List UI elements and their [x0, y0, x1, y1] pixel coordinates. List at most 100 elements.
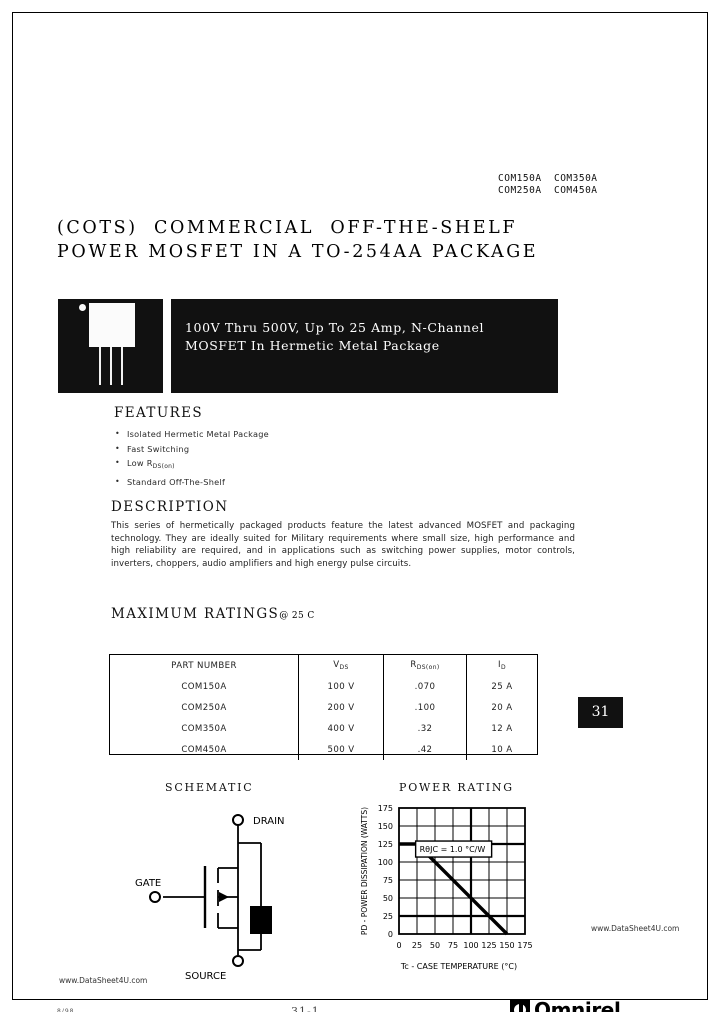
- vds-sub: DS: [339, 664, 349, 671]
- cell-id: 20 A: [466, 697, 537, 718]
- y-tick-label: 125: [378, 840, 393, 849]
- description-heading: DESCRIPTION: [111, 499, 229, 515]
- source-terminal-node: [232, 955, 244, 967]
- cell-part-number: COM150A: [181, 681, 227, 692]
- power-rating-chart: 0 25 50 75 100 125 150 175 0255075100125150175 …: [360, 804, 533, 971]
- date-code: 8/98: [57, 1008, 75, 1012]
- description-section: DESCRIPTION This series of hermetically …: [111, 499, 575, 570]
- cell-id: 12 A: [466, 718, 537, 739]
- id-sub: D: [500, 664, 506, 671]
- cell-part-number: COM250A: [181, 702, 227, 713]
- datasheet-page: COM150A COM350A COM250A COM450A (COTS) C…: [0, 0, 720, 1012]
- y-tick-label: 25: [383, 912, 393, 921]
- watermark-left: www.DataSheet4U.com: [59, 976, 148, 985]
- table-row: COM450A 500 V .42 10 A: [110, 739, 537, 760]
- body-diode-arrow: [219, 892, 229, 902]
- column-header-id: ID: [466, 655, 537, 676]
- company-logo: Omnirel: [510, 998, 621, 1012]
- y-tick-label: 75: [383, 876, 393, 885]
- x-tick-label: 125: [481, 941, 496, 950]
- part-numbers-line-2: COM250A COM450A: [498, 185, 598, 196]
- cell-vds: 200 V: [298, 697, 384, 718]
- features-section: FEATURES Isolated Hermetic Metal Package…: [114, 405, 444, 489]
- omnirel-mark-icon: [510, 1000, 530, 1012]
- cell-part-number: COM350A: [181, 723, 227, 734]
- x-tick-label: 0: [396, 941, 401, 950]
- x-tick-label: 50: [430, 941, 440, 950]
- package-body: [89, 303, 135, 347]
- x-tick-label: 25: [412, 941, 422, 950]
- y-tick-label: 100: [378, 858, 393, 867]
- description-body: This series of hermetically packaged pro…: [111, 521, 575, 569]
- package-lead-3: [121, 347, 123, 385]
- list-item: Standard Off-The-Shelf: [114, 475, 444, 490]
- page-tab-number: 31: [591, 704, 610, 720]
- footer-page-number: 31-1: [291, 1005, 320, 1012]
- gate-label: GATE: [135, 878, 161, 889]
- schematic-diagram: DRAIN GATE SOURCE: [135, 814, 285, 982]
- table-header-row: PART NUMBER VDS RDS(on) ID: [110, 655, 537, 676]
- cell-rds: .32: [383, 718, 467, 739]
- package-lead-1: [99, 347, 101, 385]
- y-tick-label: 50: [383, 894, 393, 903]
- cell-id: 10 A: [466, 739, 537, 760]
- x-axis-tick-labels: 0 25 50 75 100 125 150 175: [396, 941, 532, 950]
- part-numbers-line-1: COM150A COM350A: [498, 173, 598, 184]
- cell-part-number: COM450A: [181, 744, 227, 755]
- y-tick-label: 150: [378, 822, 393, 831]
- watermark-right: www.DataSheet4U.com: [591, 924, 680, 933]
- y-axis-tick-labels: 0 25 50 75 100 125 150 175: [378, 804, 393, 939]
- banner-line-2: MOSFET In Hermetic Metal Package: [185, 338, 440, 353]
- list-item: Low RDS(on): [114, 456, 444, 475]
- power-rating-heading: POWER RATING: [399, 781, 514, 794]
- feature-low-r-subscript: DS(on): [152, 463, 175, 470]
- max-ratings-condition: @ 25 C: [279, 611, 315, 621]
- x-tick-label: 100: [463, 941, 478, 950]
- max-ratings-heading: MAXIMUM RATINGS: [111, 606, 280, 622]
- cell-id: 25 A: [466, 676, 537, 697]
- max-ratings-heading-row: MAXIMUM RATINGS@ 25 C: [111, 603, 315, 622]
- table-row: COM150A 100 V .070 25 A: [110, 676, 537, 697]
- cell-rds: .070: [383, 676, 467, 697]
- cell-vds: 500 V: [298, 739, 384, 760]
- title-line-1: (COTS) COMMERCIAL OFF-THE-SHELF: [57, 218, 518, 238]
- cell-rds: .100: [383, 697, 467, 718]
- y-tick-label: 175: [378, 804, 393, 813]
- x-tick-label: 75: [448, 941, 458, 950]
- list-item: Isolated Hermetic Metal Package: [114, 427, 444, 442]
- gate-terminal-node: [149, 891, 161, 903]
- page-title: (COTS) COMMERCIAL OFF-THE-SHELF POWER MO…: [57, 216, 617, 264]
- column-header-rds-on: RDS(on): [383, 655, 467, 676]
- title-line-2: POWER MOSFET IN A TO-254AA PACKAGE: [57, 242, 539, 262]
- features-heading: FEATURES: [114, 405, 204, 421]
- list-item: Fast Switching: [114, 442, 444, 457]
- rds-sub: DS(on): [416, 664, 440, 671]
- package-photo: [58, 299, 163, 393]
- thermal-resistance-annotation: RθJC = 1.0 °C/W: [420, 845, 486, 854]
- package-lead-2: [110, 347, 112, 385]
- package-mounting-hole: [78, 303, 87, 312]
- part-number-header: COM150A COM350A COM250A COM450A: [498, 173, 598, 197]
- body-block: [250, 906, 272, 934]
- page-border: COM150A COM350A COM250A COM450A (COTS) C…: [12, 12, 708, 1012]
- y-tick-label: 0: [388, 930, 393, 939]
- column-header-part-number: PART NUMBER: [171, 660, 237, 671]
- x-axis-label: Tc - CASE TEMPERATURE (°C): [400, 962, 517, 971]
- source-label: SOURCE: [185, 971, 226, 982]
- column-header-vds: VDS: [298, 655, 384, 676]
- x-tick-label: 175: [517, 941, 532, 950]
- schematic-heading: SCHEMATIC: [165, 781, 254, 794]
- cell-rds: .42: [383, 739, 467, 760]
- drain-label: DRAIN: [253, 816, 285, 827]
- ratings-table: PART NUMBER VDS RDS(on) ID COM150A 100 V…: [109, 654, 538, 760]
- feature-low-r-label: Low R: [127, 458, 153, 468]
- banner-line-1: 100V Thru 500V, Up To 25 Amp, N-Channel: [185, 320, 485, 335]
- x-tick-label: 150: [499, 941, 514, 950]
- table-row: COM350A 400 V .32 12 A: [110, 718, 537, 739]
- feature-banner: 100V Thru 500V, Up To 25 Amp, N-Channel …: [171, 299, 558, 393]
- table-row: COM250A 200 V .100 20 A: [110, 697, 537, 718]
- features-list: Isolated Hermetic Metal Package Fast Swi…: [114, 427, 444, 489]
- cell-vds: 100 V: [298, 676, 384, 697]
- page-tab-marker: 31: [578, 697, 623, 728]
- y-axis-label: PD - POWER DISSIPATION (WATTS): [360, 807, 369, 935]
